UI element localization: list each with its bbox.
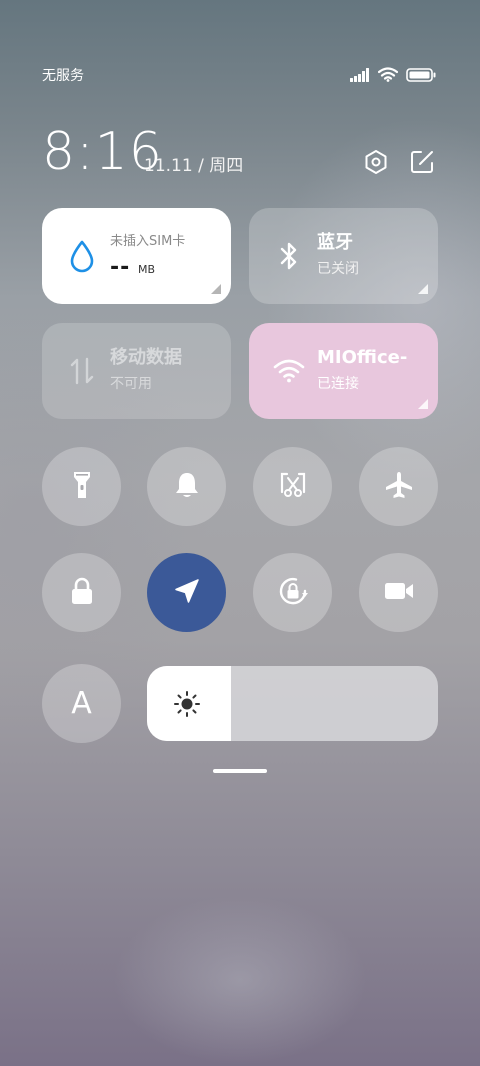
data-arrows-icon (66, 353, 98, 389)
data-usage-tile[interactable]: 未插入SIM卡 -- MB (42, 208, 231, 304)
auto-brightness-button[interactable]: A (42, 664, 121, 743)
mobile-data-status: 不可用 (110, 376, 152, 392)
expand-corner-icon (418, 399, 428, 409)
airplane-icon (384, 470, 414, 504)
screen-record-toggle[interactable] (359, 553, 438, 632)
edit-icon (409, 149, 435, 179)
data-usage-unit: MB (138, 263, 156, 276)
brightness-icon (173, 690, 201, 718)
battery-icon (406, 67, 436, 86)
wifi-tile[interactable]: MIOffice- 已连接 (249, 323, 438, 419)
signal-icon (350, 67, 370, 86)
bluetooth-status: 已关闭 (317, 261, 359, 277)
panel-drag-handle[interactable] (213, 769, 267, 773)
mobile-data-title: 移动数据 (110, 347, 182, 368)
ringer-toggle[interactable] (147, 447, 226, 526)
bluetooth-title: 蓝牙 (317, 232, 353, 253)
bell-icon (173, 470, 201, 504)
mobile-data-tile[interactable]: 移动数据 不可用 (42, 323, 231, 419)
status-carrier: 无服务 (42, 68, 84, 84)
settings-button[interactable] (362, 150, 390, 178)
status-icons (350, 66, 436, 86)
brightness-slider[interactable] (147, 666, 438, 741)
water-drop-icon (66, 238, 98, 274)
data-usage-value: -- (110, 255, 131, 280)
screenshot-icon (278, 470, 308, 504)
wifi-icon (273, 353, 305, 389)
auto-brightness-label: A (71, 686, 92, 721)
wifi-icon (377, 66, 399, 86)
flashlight-toggle[interactable] (42, 447, 121, 526)
screenshot-toggle[interactable] (253, 447, 332, 526)
location-icon (172, 576, 202, 610)
expand-corner-icon (211, 284, 221, 294)
rotation-lock-toggle[interactable] (253, 553, 332, 632)
wifi-title: MIOffice- (317, 347, 408, 368)
flashlight-icon (70, 469, 94, 505)
bluetooth-tile[interactable]: 蓝牙 已关闭 (249, 208, 438, 304)
expand-corner-icon (418, 284, 428, 294)
lock-icon (69, 576, 95, 610)
bluetooth-icon (273, 238, 305, 274)
rotation-lock-icon (276, 574, 310, 612)
settings-icon (363, 149, 389, 179)
location-toggle[interactable] (147, 553, 226, 632)
lock-screen-toggle[interactable] (42, 553, 121, 632)
clock-date: 11.11 / 周四 (144, 156, 244, 176)
edit-button[interactable] (408, 150, 436, 178)
data-usage-title: 未插入SIM卡 (110, 234, 186, 249)
wifi-status: 已连接 (317, 376, 359, 392)
video-camera-icon (383, 579, 415, 607)
airplane-toggle[interactable] (359, 447, 438, 526)
